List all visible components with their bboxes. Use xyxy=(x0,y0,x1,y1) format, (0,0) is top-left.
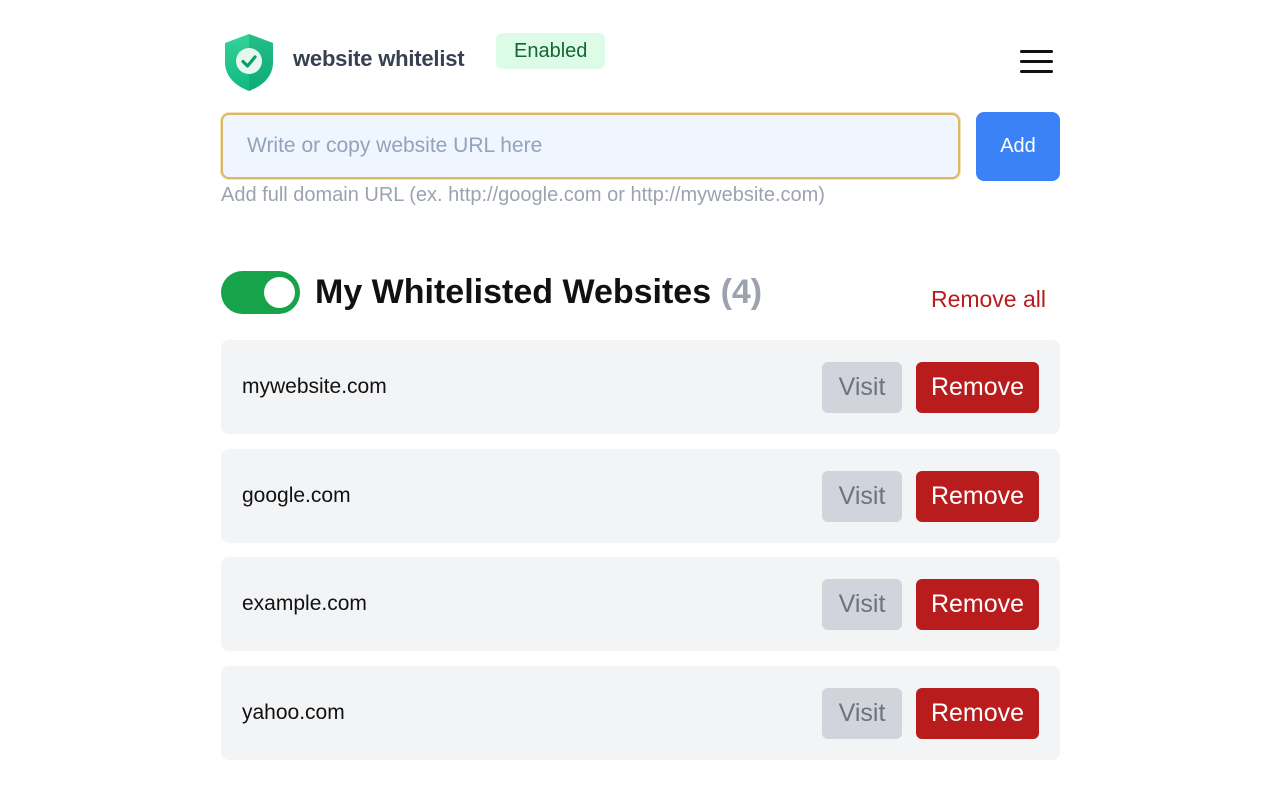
site-name: example.com xyxy=(242,592,367,615)
menu-line xyxy=(1020,70,1053,73)
site-count: (4) xyxy=(720,273,763,311)
remove-button[interactable]: Remove xyxy=(916,362,1039,413)
site-name: mywebsite.com xyxy=(242,375,387,398)
remove-button[interactable]: Remove xyxy=(916,579,1039,630)
list-item: mywebsite.com Visit Remove xyxy=(221,340,1060,434)
section-title-text: My Whitelisted Websites xyxy=(315,273,712,311)
whitelist-header: My Whitelisted Websites (4) Remove all xyxy=(221,270,1060,316)
whitelist-toggle[interactable] xyxy=(221,271,300,314)
visit-button[interactable]: Visit xyxy=(822,470,902,522)
list-item: google.com Visit Remove xyxy=(221,448,1060,543)
remove-all-button[interactable]: Remove all xyxy=(931,286,1046,313)
visit-button[interactable]: Visit xyxy=(822,362,902,413)
header: website whitelist Enabled xyxy=(221,0,1060,110)
url-input[interactable] xyxy=(221,113,960,179)
add-button[interactable]: Add xyxy=(976,112,1060,181)
app-container: website whitelist Enabled Add Add full d… xyxy=(221,0,1060,760)
remove-button[interactable]: Remove xyxy=(916,470,1039,522)
url-hint: Add full domain URL (ex. http://google.c… xyxy=(221,184,825,206)
visit-button[interactable]: Visit xyxy=(822,579,902,630)
site-list: mywebsite.com Visit Remove google.com Vi… xyxy=(221,340,1060,774)
remove-button[interactable]: Remove xyxy=(916,687,1039,739)
list-item: example.com Visit Remove xyxy=(221,557,1060,651)
app-title: website whitelist xyxy=(293,46,465,71)
add-website-form: Add xyxy=(221,112,1060,181)
toggle-knob xyxy=(264,277,295,308)
menu-line xyxy=(1020,50,1053,53)
menu-line xyxy=(1020,60,1053,63)
site-name: google.com xyxy=(242,483,351,507)
visit-button[interactable]: Visit xyxy=(822,687,902,739)
status-badge: Enabled xyxy=(496,33,606,69)
shield-check-icon xyxy=(225,34,273,91)
section-title: My Whitelisted Websites (4) xyxy=(315,273,762,312)
hamburger-menu-icon[interactable] xyxy=(1018,46,1056,76)
site-name: yahoo.com xyxy=(242,700,345,724)
list-item: yahoo.com Visit Remove xyxy=(221,665,1060,760)
